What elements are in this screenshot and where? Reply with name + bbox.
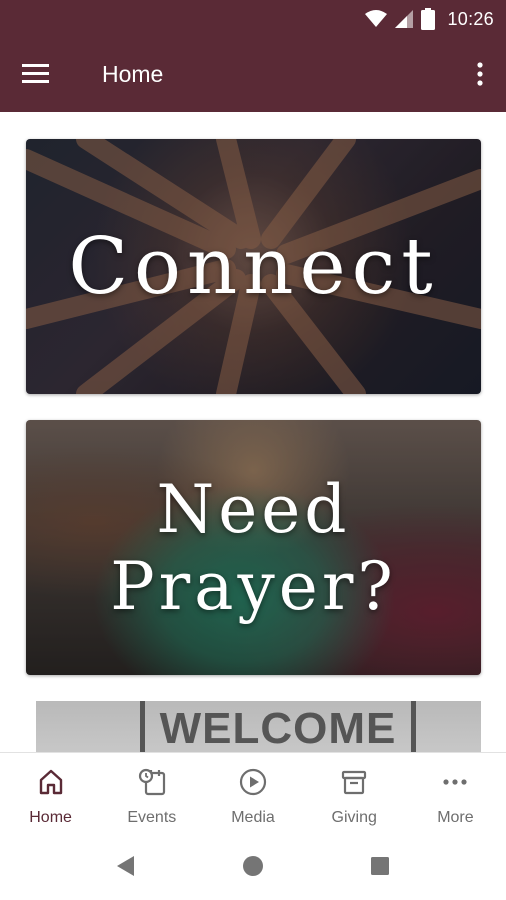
home-circle-icon[interactable] [241,854,265,878]
card-title: Connect [68,221,439,312]
nav-label: Media [231,809,275,826]
welcome-card[interactable]: WELCOME [36,701,481,752]
nav-label: Giving [331,809,377,826]
connect-card[interactable]: Connect [26,139,481,394]
nav-item-giving[interactable]: Giving [304,753,405,832]
battery-icon [421,8,436,30]
nav-label: More [437,809,474,826]
recents-icon[interactable] [368,854,392,878]
wifi-icon [365,10,388,27]
play-circle-icon [239,768,267,796]
home-feed[interactable]: Connect Need Prayer? WELCOME [0,112,506,752]
events-calendar-icon [138,768,165,796]
bottom-navigation: Home Events Media Giving More [0,752,506,832]
nav-label: Events [127,809,177,826]
app-bar: Home [0,37,506,112]
home-icon [39,769,62,795]
status-bar: 10:26 [0,0,506,37]
card-title: WELCOME [159,704,397,752]
hamburger-menu-icon[interactable] [20,59,56,89]
page-title: Home [102,61,164,87]
nav-label: Home [29,809,72,826]
nav-item-events[interactable]: Events [101,753,202,832]
more-horiz-icon [443,779,468,785]
need-prayer-card[interactable]: Need Prayer? [26,420,481,675]
system-navigation-bar [0,832,506,900]
more-vert-icon[interactable] [470,59,490,89]
status-icons: 10:26 [365,7,494,31]
nav-item-media[interactable]: Media [202,753,303,832]
welcome-sign: WELCOME [140,701,416,752]
archive-box-icon [342,770,367,795]
status-time: 10:26 [447,8,494,29]
back-icon[interactable] [114,854,138,878]
signal-icon [395,10,414,28]
nav-item-home[interactable]: Home [0,753,101,832]
nav-item-more[interactable]: More [405,753,506,832]
card-title: Need Prayer? [110,470,397,625]
